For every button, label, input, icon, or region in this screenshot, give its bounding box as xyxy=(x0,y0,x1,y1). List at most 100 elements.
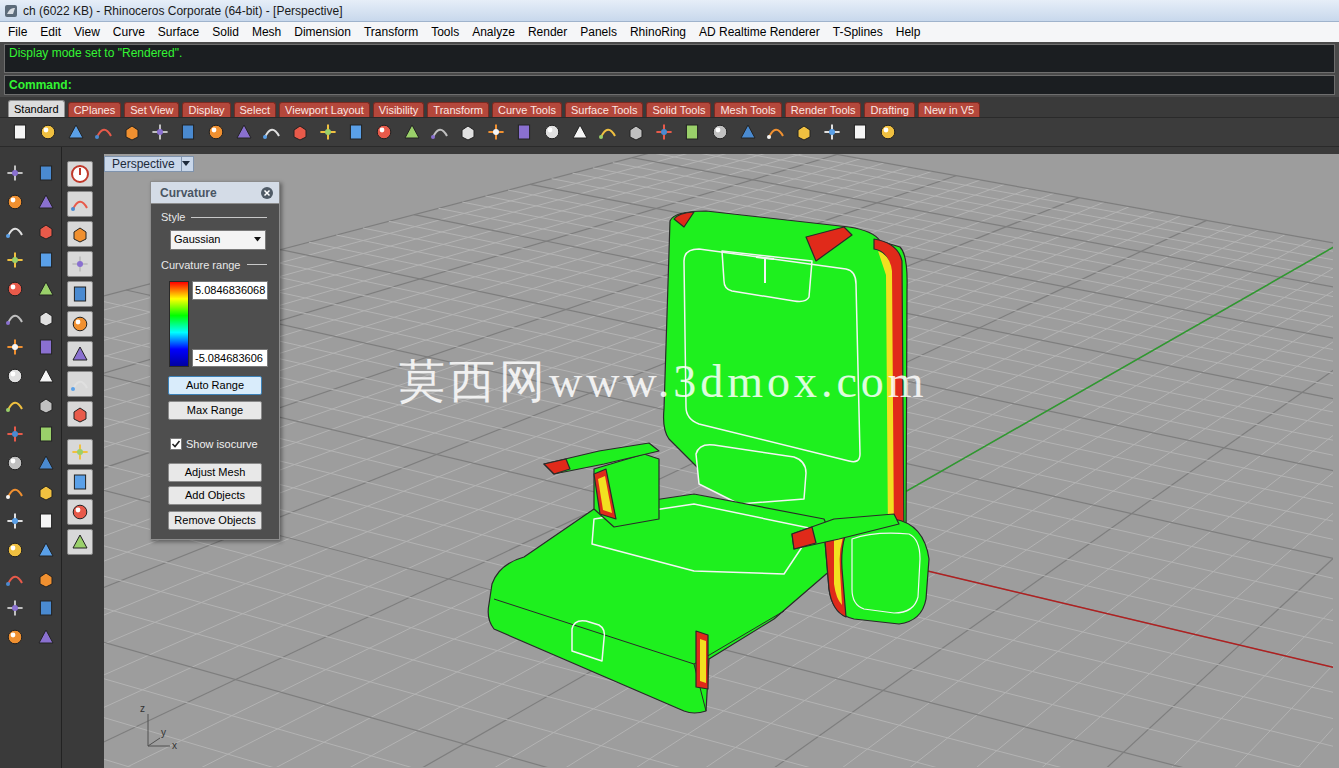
button-label[interactable]: Remove Objects xyxy=(174,512,255,529)
chair-model[interactable] xyxy=(488,211,929,713)
tool-29-icon[interactable] xyxy=(3,567,27,591)
tool-19-icon[interactable] xyxy=(3,422,27,446)
tab-label[interactable]: Viewport Layout xyxy=(285,102,364,119)
tool-27-icon[interactable] xyxy=(3,538,27,562)
tool-13-icon[interactable] xyxy=(3,335,27,359)
toolbar-tab[interactable]: Curve Tools xyxy=(492,102,562,117)
view-tool-6-icon[interactable] xyxy=(67,341,93,367)
command-prompt[interactable]: Command: xyxy=(9,76,72,94)
zoom-selected-icon[interactable] xyxy=(401,121,423,143)
render-icon[interactable] xyxy=(765,121,787,143)
isocurve-row[interactable]: Show isocurve xyxy=(151,436,279,453)
lock-icon[interactable] xyxy=(597,121,619,143)
pan-hand-icon[interactable] xyxy=(261,121,283,143)
panel-title-bar[interactable]: Curvature xyxy=(151,182,279,204)
menu-item[interactable]: Edit xyxy=(40,23,61,41)
tab-label[interactable]: Visibility xyxy=(379,102,419,119)
tool-22-icon[interactable] xyxy=(34,451,58,475)
import-icon[interactable] xyxy=(121,121,143,143)
toolbar-tab[interactable]: Mesh Tools xyxy=(714,102,781,117)
tool-12-icon[interactable] xyxy=(34,306,58,330)
tool-18-icon[interactable] xyxy=(34,393,58,417)
menu-item[interactable]: RhinoRing xyxy=(630,23,686,41)
tool-5-icon[interactable] xyxy=(3,219,27,243)
tool-1-icon[interactable] xyxy=(3,161,27,185)
curvature-panel[interactable]: CurvatureStyleGaussianCurvature range5.0… xyxy=(150,181,280,540)
rendered-sphere-icon[interactable] xyxy=(737,121,759,143)
menu-item[interactable]: AD Realtime Renderer xyxy=(699,23,820,41)
menu-item[interactable]: Curve xyxy=(113,23,145,41)
tab-label[interactable]: Select xyxy=(240,102,271,119)
menu-item[interactable]: Panels xyxy=(580,23,617,41)
min-field[interactable]: -5.084683606 xyxy=(192,349,268,368)
view-tool-11-icon[interactable] xyxy=(67,499,93,525)
tab-label[interactable]: Set View xyxy=(130,102,173,119)
tool-2-icon[interactable] xyxy=(34,161,58,185)
menu-item[interactable]: Dimension xyxy=(294,23,351,41)
color-wheel-icon[interactable] xyxy=(653,121,675,143)
viewport-title-tab[interactable]: Perspective xyxy=(104,156,194,172)
rotate-view-icon[interactable] xyxy=(429,121,451,143)
tool-3-icon[interactable] xyxy=(3,190,27,214)
tab-label[interactable]: Transform xyxy=(433,102,483,119)
tool-32-icon[interactable] xyxy=(34,596,58,620)
tool-9-icon[interactable] xyxy=(3,277,27,301)
button-label[interactable]: Adjust Mesh xyxy=(185,464,246,481)
paste-icon[interactable] xyxy=(205,121,227,143)
tab-label[interactable]: Mesh Tools xyxy=(720,102,775,119)
toolbar-tab[interactable]: CPlanes xyxy=(68,102,122,117)
tab-label[interactable]: Render Tools xyxy=(791,102,856,119)
toolbar-tab[interactable]: New in V5 xyxy=(918,102,980,117)
view-tool-1-icon[interactable] xyxy=(67,191,93,217)
layer-icon[interactable] xyxy=(625,121,647,143)
view-tool-9-icon[interactable] xyxy=(67,439,93,465)
tool-26-icon[interactable] xyxy=(34,509,58,533)
toolbar-tab[interactable]: Visibility xyxy=(373,102,425,117)
zoom-icon[interactable] xyxy=(317,121,339,143)
panel-button[interactable]: Auto Range xyxy=(168,376,262,395)
four-viewports-icon[interactable] xyxy=(457,121,479,143)
style-value[interactable]: Gaussian xyxy=(174,231,220,248)
menu-item[interactable]: Transform xyxy=(364,23,418,41)
view-tool-5-icon[interactable] xyxy=(67,311,93,337)
isocurve-label[interactable]: Show isocurve xyxy=(186,436,258,453)
menu-item[interactable]: File xyxy=(8,23,27,41)
checkbox[interactable] xyxy=(170,438,182,450)
tool-28-icon[interactable] xyxy=(34,538,58,562)
toolbar-tab[interactable]: Surface Tools xyxy=(565,102,643,117)
tool-7-icon[interactable] xyxy=(3,248,27,272)
toolbar-tab[interactable]: Solid Tools xyxy=(646,102,711,117)
panel-button[interactable]: Adjust Mesh xyxy=(168,463,262,482)
dropdown-arrow-icon[interactable] xyxy=(181,157,191,171)
panel-button[interactable]: Add Objects xyxy=(168,486,262,505)
toolbar-tab[interactable]: Transform xyxy=(427,102,489,117)
menu-item[interactable]: T-Splines xyxy=(833,23,883,41)
menu-item[interactable]: Render xyxy=(528,23,567,41)
cut-icon[interactable] xyxy=(149,121,171,143)
toolbar-tab[interactable]: Select xyxy=(234,102,277,117)
dropdown-arrow-icon[interactable] xyxy=(253,235,262,244)
view-tool-7-icon[interactable] xyxy=(67,371,93,397)
tab-label[interactable]: Standard xyxy=(14,101,59,118)
copy-icon[interactable] xyxy=(177,121,199,143)
max-value[interactable]: 5.0846836068 xyxy=(195,282,265,299)
car-icon[interactable] xyxy=(485,121,507,143)
tab-label[interactable]: Solid Tools xyxy=(652,102,705,119)
tool-4-icon[interactable] xyxy=(34,190,58,214)
toolbar-tab[interactable]: Standard xyxy=(8,100,65,117)
save-icon[interactable] xyxy=(65,121,87,143)
tool-16-icon[interactable] xyxy=(34,364,58,388)
toolbar-tab[interactable]: Render Tools xyxy=(785,102,862,117)
max-field[interactable]: 5.0846836068 xyxy=(192,281,268,300)
view-tool-2-icon[interactable] xyxy=(67,221,93,247)
tab-label[interactable]: New in V5 xyxy=(924,102,974,119)
print-icon[interactable] xyxy=(93,121,115,143)
toolbar-tab[interactable]: Set View xyxy=(124,102,179,117)
view-tool-12-icon[interactable] xyxy=(67,529,93,555)
tool-6-icon[interactable] xyxy=(34,219,58,243)
tab-label[interactable]: Drafting xyxy=(870,102,909,119)
panel-button[interactable]: Remove Objects xyxy=(168,511,262,530)
tool-31-icon[interactable] xyxy=(3,596,27,620)
zoom-extents-icon[interactable] xyxy=(373,121,395,143)
menu-item[interactable]: Mesh xyxy=(252,23,281,41)
